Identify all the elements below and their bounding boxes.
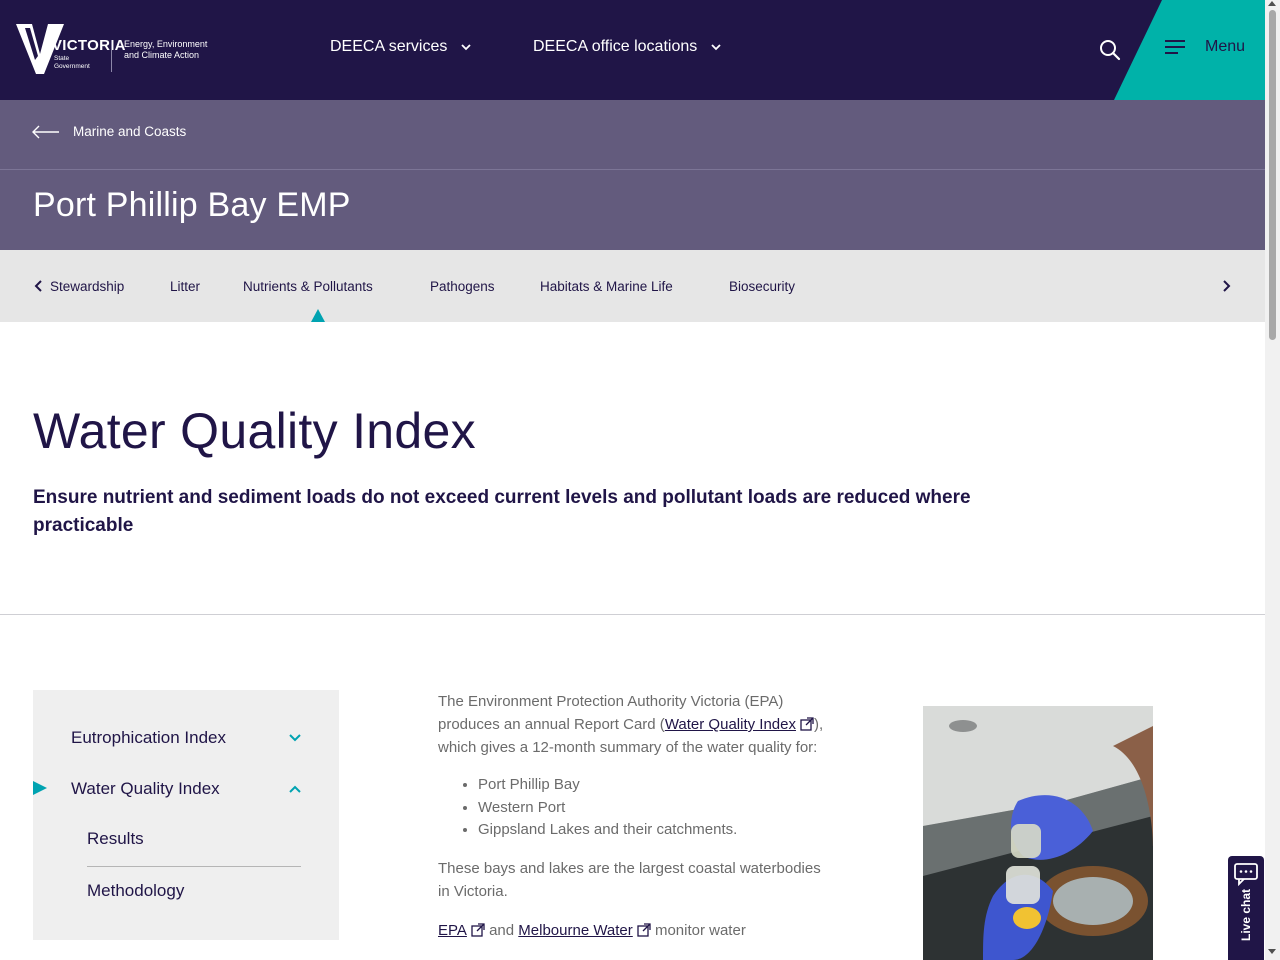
- logo-subtitle: State Government: [54, 55, 90, 70]
- epa-link-label: EPA: [438, 921, 467, 939]
- epa-link[interactable]: EPA: [438, 922, 467, 939]
- sidenav-water-quality-index[interactable]: Water Quality Index: [71, 779, 220, 799]
- chevron-up-icon[interactable]: [288, 782, 302, 796]
- content-divider: [0, 614, 1265, 615]
- external-link-icon: [471, 922, 485, 937]
- active-tab-indicator: [311, 309, 325, 322]
- chevron-left-icon[interactable]: [32, 279, 46, 293]
- nav-deeca-services-label: DEECA services: [330, 38, 448, 55]
- external-link-icon: [637, 922, 651, 937]
- page-lead: Ensure nutrient and sediment loads do no…: [33, 487, 971, 536]
- topic-tabs: Stewardship Litter Nutrients & Pollutant…: [0, 250, 1265, 322]
- sidenav-separator: [87, 866, 301, 867]
- sidenav-methodology[interactable]: Methodology: [87, 881, 184, 901]
- department-name: Energy, Environment and Climate Action: [124, 39, 208, 60]
- chevron-down-icon: [711, 44, 721, 51]
- menu-button[interactable]: Menu: [1165, 38, 1245, 56]
- external-link-icon: [800, 717, 814, 731]
- chevron-down-icon[interactable]: [288, 731, 302, 745]
- water-quality-index-link-label: Water Quality Index: [664, 716, 796, 733]
- in-page-navigation: Eutrophication Index Water Quality Index…: [33, 690, 339, 940]
- nav-deeca-office-locations-label: DEECA office locations: [533, 38, 698, 55]
- live-chat-button[interactable]: Live chat: [1228, 856, 1264, 960]
- section-title: Port Phillip Bay EMP: [33, 186, 351, 224]
- scrollbar-thumb[interactable]: [1269, 10, 1276, 340]
- menu-label: Menu: [1205, 38, 1246, 55]
- waterbody-list: Port Phillip Bay Western Port Gippsland …: [438, 774, 830, 842]
- nav-deeca-services[interactable]: DEECA services: [330, 38, 472, 56]
- paragraph-monitoring: EPA and Melbourne Water monitor water: [438, 919, 830, 942]
- article-body: The Environment Protection Authority Vic…: [438, 690, 830, 942]
- list-item: Western Port: [478, 797, 830, 820]
- monitoring-text-mid: and: [484, 921, 519, 939]
- tab-biosecurity[interactable]: Biosecurity: [729, 279, 795, 294]
- banner-divider: [0, 169, 1265, 170]
- page-banner: Marine and Coasts Port Phillip Bay EMP: [0, 100, 1265, 250]
- active-item-marker: [33, 781, 47, 795]
- tab-pathogens[interactable]: Pathogens: [430, 279, 495, 294]
- list-item: Gippsland Lakes and their catchments.: [478, 819, 830, 842]
- page-title: Water Quality Index: [33, 403, 476, 459]
- chevron-down-icon: [461, 44, 472, 51]
- scroll-up-arrow-icon[interactable]: [1268, 1, 1276, 6]
- breadcrumb-label: Marine and Coasts: [73, 124, 187, 139]
- scroll-down-arrow-icon[interactable]: [1268, 949, 1276, 954]
- monitoring-text-after: monitor water: [650, 921, 746, 939]
- tab-litter[interactable]: Litter: [170, 279, 200, 294]
- paragraph-intro: The Environment Protection Authority Vic…: [438, 690, 830, 759]
- page-scrollbar[interactable]: [1265, 0, 1280, 960]
- melbourne-water-link-label: Melbourne Water: [518, 921, 633, 939]
- logo-wordmark: VICTORIA: [52, 37, 126, 54]
- sidenav-eutrophication-index[interactable]: Eutrophication Index: [71, 728, 226, 748]
- breadcrumb-back-link[interactable]: Marine and Coasts: [32, 124, 186, 139]
- site-header: VICTORIA State Government Energy, Enviro…: [0, 0, 1265, 100]
- water-sampling-photo: [923, 706, 1153, 960]
- victoria-government-logo[interactable]: VICTORIA State Government Energy, Enviro…: [16, 24, 216, 76]
- chevron-right-icon[interactable]: [1219, 279, 1233, 293]
- paragraph-waterbodies: These bays and lakes are the largest coa…: [438, 859, 821, 900]
- water-quality-index-link[interactable]: Water Quality Index: [665, 716, 796, 733]
- sidenav-results[interactable]: Results: [87, 829, 144, 849]
- live-chat-label: Live chat: [1239, 888, 1253, 942]
- tab-nutrients-pollutants[interactable]: Nutrients & Pollutants: [243, 279, 373, 294]
- melbourne-water-link[interactable]: Melbourne Water: [518, 922, 633, 939]
- hamburger-icon: [1165, 40, 1185, 54]
- logo-divider: [111, 40, 112, 72]
- nav-deeca-office-locations[interactable]: DEECA office locations: [533, 38, 721, 56]
- list-item: Port Phillip Bay: [478, 774, 830, 797]
- tab-habitats-marine-life[interactable]: Habitats & Marine Life: [540, 279, 673, 294]
- tab-stewardship[interactable]: Stewardship: [50, 279, 134, 294]
- arrow-left-icon: [32, 125, 59, 138]
